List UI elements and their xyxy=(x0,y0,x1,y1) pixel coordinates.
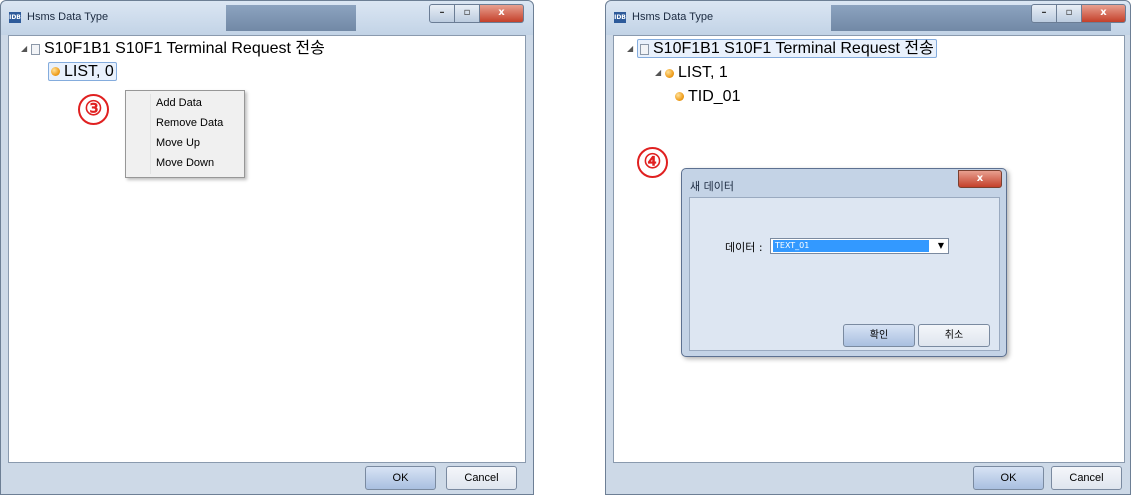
step-marker: ③ xyxy=(78,94,109,125)
document-icon xyxy=(640,43,649,55)
orange-dot-icon xyxy=(665,68,674,78)
window-title: Hsms Data Type xyxy=(27,11,109,23)
maximize-button[interactable]: ▫ xyxy=(1057,4,1082,23)
window-title: Hsms Data Type xyxy=(632,11,714,23)
minimize-icon: – xyxy=(1041,7,1047,18)
new-data-dialog: 새 데이터 x 데이터 : TEXT_01 ▼ 확인 취소 xyxy=(681,168,1007,357)
context-menu: Add Data Remove Data Move Up Move Down xyxy=(125,90,245,178)
tree-node-tid[interactable]: TID_01 xyxy=(675,87,740,107)
menu-item-move-down[interactable]: Move Down xyxy=(156,157,214,169)
tree-node-list[interactable]: ◢ LIST, 1 xyxy=(655,63,728,83)
menu-item-remove-data[interactable]: Remove Data xyxy=(156,117,223,129)
left-window: IDB Hsms Data Type – ▫ x ◢ S10F1B1 S10F1 … xyxy=(0,0,534,495)
chevron-down-icon[interactable]: ▼ xyxy=(934,239,948,253)
tree-node-label: LIST, 0 xyxy=(64,63,114,80)
collapse-arrow-icon[interactable]: ◢ xyxy=(627,39,637,59)
tree-node-label: TID_01 xyxy=(688,88,741,105)
menu-item-move-up[interactable]: Move Up xyxy=(156,137,200,149)
dialog-cancel-button[interactable]: 취소 xyxy=(918,324,990,347)
dialog-title: 새 데이터 xyxy=(690,180,734,193)
minimize-button[interactable]: – xyxy=(429,4,455,23)
close-icon: x xyxy=(1100,7,1107,18)
maximize-icon: ▫ xyxy=(463,7,471,18)
collapse-arrow-icon[interactable]: ◢ xyxy=(655,63,665,83)
selected-node[interactable]: S10F1B1 S10F1 Terminal Request 전송 xyxy=(637,39,937,59)
tree-node-root[interactable]: ◢ S10F1B1 S10F1 Terminal Request 전송 xyxy=(21,39,325,59)
minimize-button[interactable]: – xyxy=(1031,4,1057,23)
close-icon: x xyxy=(976,173,984,184)
data-field-label: 데이터 : xyxy=(725,241,763,254)
menu-gutter xyxy=(150,94,151,174)
tree-node-list[interactable]: LIST, 0 xyxy=(48,62,117,82)
tree-node-root[interactable]: ◢ S10F1B1 S10F1 Terminal Request 전송 xyxy=(627,39,937,59)
dialog-close-button[interactable]: x xyxy=(958,170,1002,188)
maximize-icon: ▫ xyxy=(1065,7,1073,18)
dialog-body: 데이터 : TEXT_01 ▼ 확인 취소 xyxy=(689,197,1000,351)
document-icon xyxy=(31,43,40,55)
minimize-icon: – xyxy=(439,7,445,18)
close-button[interactable]: x xyxy=(1082,4,1126,23)
data-combobox-value[interactable]: TEXT_01 xyxy=(773,240,929,252)
title-bar-decoration xyxy=(226,5,356,31)
close-button[interactable]: x xyxy=(480,4,524,23)
maximize-button[interactable]: ▫ xyxy=(455,4,480,23)
tree-node-label: S10F1B1 S10F1 Terminal Request 전송 xyxy=(44,40,325,58)
collapse-arrow-icon[interactable]: ◢ xyxy=(21,39,31,59)
app-icon: IDB xyxy=(9,12,21,23)
cancel-button[interactable]: Cancel xyxy=(446,466,517,490)
orange-dot-icon xyxy=(675,92,684,102)
tree-node-label: LIST, 1 xyxy=(678,64,728,82)
ok-button[interactable]: OK xyxy=(973,466,1044,490)
title-bar[interactable]: IDB Hsms Data Type – ▫ x xyxy=(606,1,1130,35)
cancel-button[interactable]: Cancel xyxy=(1051,466,1122,490)
selected-node[interactable]: LIST, 0 xyxy=(48,62,117,81)
menu-item-add-data[interactable]: Add Data xyxy=(156,97,202,109)
title-bar[interactable]: IDB Hsms Data Type – ▫ x xyxy=(1,1,533,35)
tree-node-label: S10F1B1 S10F1 Terminal Request 전송 xyxy=(653,40,934,58)
orange-dot-icon xyxy=(51,67,60,77)
close-icon: x xyxy=(498,7,505,18)
step-marker: ④ xyxy=(637,147,668,178)
app-icon: IDB xyxy=(614,12,626,23)
confirm-button[interactable]: 확인 xyxy=(843,324,915,347)
ok-button[interactable]: OK xyxy=(365,466,436,490)
data-combobox[interactable]: TEXT_01 ▼ xyxy=(770,238,949,254)
